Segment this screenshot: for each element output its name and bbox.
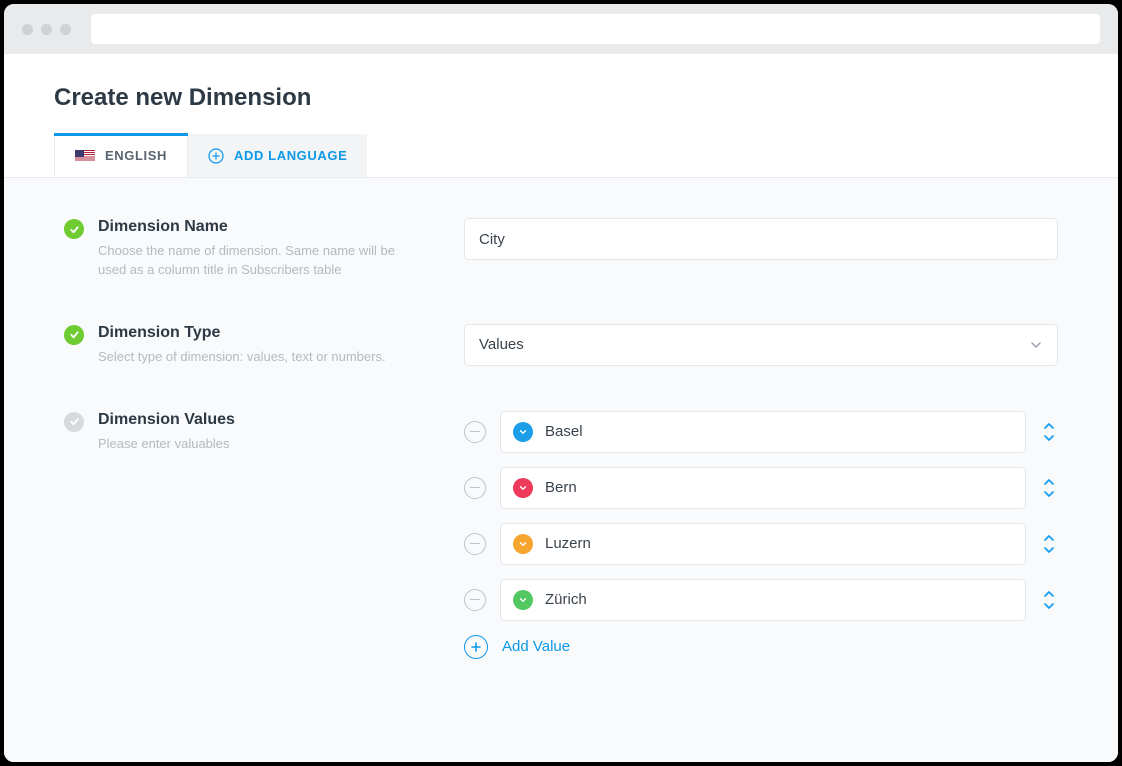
window-min-dot[interactable] [41,24,52,35]
us-flag-icon [75,150,95,162]
check-icon [69,224,80,235]
tab-english[interactable]: ENGLISH [54,134,188,177]
minus-icon [470,431,480,433]
dimension-name-label: Dimension Name [98,218,418,236]
chevron-down-icon [518,595,528,605]
drag-handle[interactable] [1040,422,1058,442]
browser-chrome [4,4,1118,54]
window-max-dot[interactable] [60,24,71,35]
value-input[interactable]: Bern [500,467,1026,509]
dimension-name-input[interactable] [464,218,1058,260]
color-chip[interactable] [513,478,533,498]
window-close-dot[interactable] [22,24,33,35]
value-input[interactable]: Luzern [500,523,1026,565]
add-value-button[interactable] [464,635,488,659]
sort-arrows-icon [1043,422,1055,442]
value-row: Luzern [464,523,1058,565]
tab-english-label: ENGLISH [105,148,167,163]
row-dimension-type: Dimension Type Select type of dimension:… [64,324,1058,367]
minus-icon [470,599,480,601]
check-icon [69,416,80,427]
page-title: Create new Dimension [4,54,1118,134]
window-controls [22,24,71,35]
chevron-down-icon [518,427,528,437]
value-input[interactable]: Basel [500,411,1026,453]
drag-handle[interactable] [1040,534,1058,554]
remove-value-button[interactable] [464,421,486,443]
row-dimension-values: Dimension Values Please enter valuables … [64,411,1058,659]
dimension-type-select[interactable]: Values [464,324,1058,366]
status-icon-valid [64,325,84,345]
chevron-down-icon [1029,338,1043,352]
value-row: Bern [464,467,1058,509]
minus-icon [470,487,480,489]
sort-arrows-icon [1043,590,1055,610]
value-row: Basel [464,411,1058,453]
minus-icon [470,543,480,545]
value-text: Bern [545,479,577,496]
dimension-type-label: Dimension Type [98,324,386,342]
value-input[interactable]: Zürich [500,579,1026,621]
dimension-type-selected: Values [479,336,524,353]
color-chip[interactable] [513,534,533,554]
add-value-row[interactable]: Add Value [464,635,1058,659]
language-tabs: ENGLISH ADD LANGUAGE [4,134,1118,178]
color-chip[interactable] [513,590,533,610]
drag-handle[interactable] [1040,478,1058,498]
chevron-down-icon [518,483,528,493]
sort-arrows-icon [1043,478,1055,498]
app-window: Create new Dimension ENGLISH ADD LANGUAG… [4,4,1118,762]
plus-circle-icon [208,148,224,164]
value-row: Zürich [464,579,1058,621]
value-text: Zürich [545,591,587,608]
tab-add-language-label: ADD LANGUAGE [234,148,347,163]
dimension-type-help: Select type of dimension: values, text o… [98,348,386,367]
remove-value-button[interactable] [464,533,486,555]
color-chip[interactable] [513,422,533,442]
value-text: Luzern [545,535,591,552]
remove-value-button[interactable] [464,589,486,611]
dimension-name-help: Choose the name of dimension. Same name … [98,242,418,280]
page-content: Create new Dimension ENGLISH ADD LANGUAG… [4,54,1118,762]
drag-handle[interactable] [1040,590,1058,610]
form-body: Dimension Name Choose the name of dimens… [4,178,1118,762]
value-text: Basel [545,423,583,440]
plus-icon [470,641,482,653]
row-dimension-name: Dimension Name Choose the name of dimens… [64,218,1058,280]
chevron-down-icon [518,539,528,549]
dimension-values-label: Dimension Values [98,411,235,429]
tab-add-language[interactable]: ADD LANGUAGE [188,134,367,177]
address-bar[interactable] [91,14,1100,44]
add-value-label: Add Value [502,638,570,655]
remove-value-button[interactable] [464,477,486,499]
status-icon-pending [64,412,84,432]
dimension-values-help: Please enter valuables [98,435,235,454]
status-icon-valid [64,219,84,239]
check-icon [69,329,80,340]
sort-arrows-icon [1043,534,1055,554]
values-list: Basel Bern Luzern Zürich Add Value [464,411,1058,659]
